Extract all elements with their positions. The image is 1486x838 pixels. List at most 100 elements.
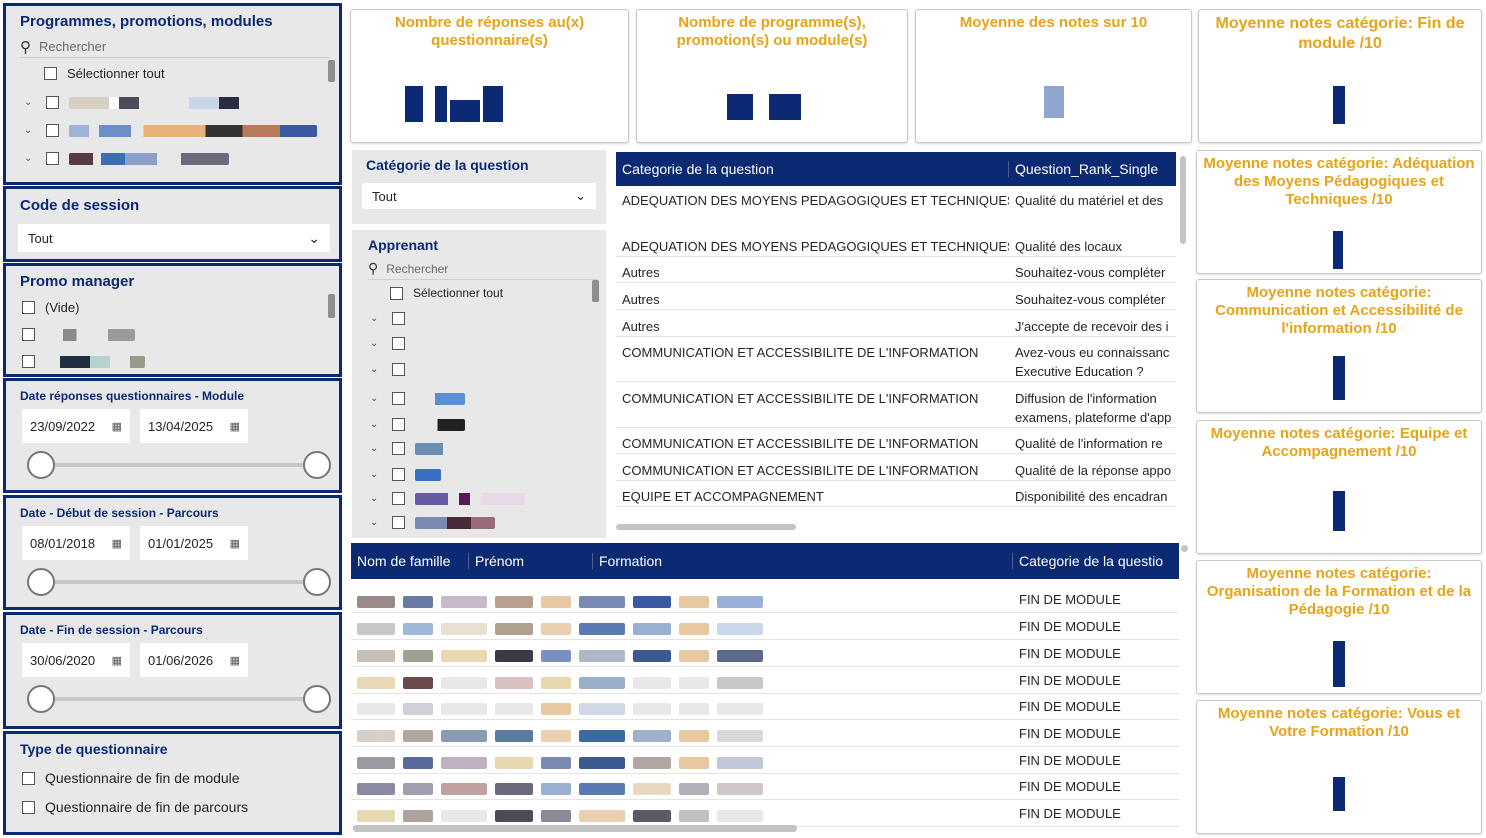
slider-start-handle[interactable] [27,685,55,713]
date-reponses-end-input[interactable]: 13/04/2025 ▦ [140,409,248,443]
table-row[interactable]: ADEQUATION DES MOYENS PEDAGOGIQUES ET TE… [616,237,1176,257]
categorie-dropdown[interactable]: Tout ⌄ [362,183,596,209]
slider-end-handle[interactable] [303,685,331,713]
slider-end-handle[interactable] [303,568,331,596]
list-item[interactable]: ⌄ [370,516,495,529]
column-header-formation[interactable]: Formation [593,553,1013,569]
learner-table-hscrollbar[interactable] [353,825,797,832]
question-table-hscrollbar[interactable] [616,524,796,530]
item-checkbox[interactable] [46,124,59,137]
chevron-down-icon[interactable]: ⌄ [24,153,36,164]
promo-item-vide[interactable]: (Vide) [22,300,79,315]
calendar-icon[interactable]: ▦ [230,537,240,550]
item-checkbox[interactable] [22,301,35,314]
option-checkbox[interactable] [22,800,35,814]
list-item[interactable] [22,355,145,368]
column-header-nom[interactable]: Nom de famille [351,553,469,569]
table-row[interactable]: COMMUNICATION ET ACCESSIBILITE DE L'INFO… [616,461,1176,481]
calendar-icon[interactable]: ▦ [112,420,122,433]
date-debut-start-input[interactable]: 08/01/2018 ▦ [22,526,130,560]
item-checkbox[interactable] [392,337,405,350]
chevron-down-icon[interactable]: ⌄ [370,443,382,454]
date-reponses-slider-track[interactable] [40,463,318,467]
column-header[interactable]: Question_Rank_Single [1009,161,1176,177]
select-all-checkbox[interactable] [390,286,403,300]
list-item[interactable]: ⌄ [24,152,229,165]
list-item[interactable]: ⌄ [370,363,405,376]
option-fin-de-parcours[interactable]: Questionnaire de fin de parcours [22,799,248,815]
learner-table-scrollbar[interactable] [1181,545,1188,552]
item-checkbox[interactable] [46,152,59,165]
chevron-down-icon[interactable]: ⌄ [370,493,382,504]
slider-end-handle[interactable] [303,451,331,479]
table-row[interactable]: EQUIPE ET ACCOMPAGNEMENT Disponibilité de… [616,487,1176,507]
item-checkbox[interactable] [46,96,59,109]
table-row[interactable]: FIN DE MODULE [351,614,1179,640]
item-checkbox[interactable] [22,355,35,368]
table-row[interactable]: COMMUNICATION ET ACCESSIBILITE DE L'INFO… [616,389,1176,408]
table-row[interactable]: Autres Souhaitez-vous compléter [616,263,1176,283]
slider-start-handle[interactable] [27,451,55,479]
table-row[interactable]: COMMUNICATION ET ACCESSIBILITE DE L'INFO… [616,434,1176,454]
table-row[interactable]: FIN DE MODULE [351,668,1179,694]
item-checkbox[interactable] [392,418,405,431]
list-item[interactable]: ⌄ [370,392,465,405]
apprenant-select-all[interactable]: Sélectionner tout [390,286,503,300]
chevron-down-icon[interactable]: ⌄ [370,469,382,480]
item-checkbox[interactable] [392,363,405,376]
table-row[interactable]: Autres J'accepte de recevoir des i [616,317,1176,337]
list-item[interactable]: ⌄ [370,418,465,431]
item-checkbox[interactable] [392,516,405,529]
slider-start-handle[interactable] [27,568,55,596]
table-row[interactable]: FIN DE MODULE [351,748,1179,774]
apprenant-search-input[interactable]: ⚲ Rechercher [368,258,598,280]
date-fin-slider-track[interactable] [40,697,318,701]
table-row[interactable]: examens, plateforme d'app [616,408,1176,428]
list-item[interactable] [22,328,135,341]
column-header-prenom[interactable]: Prénom ▲ [469,553,593,569]
table-row[interactable]: FIN DE MODULE [351,801,1179,827]
column-header[interactable]: Categorie de la question [616,161,1009,177]
list-item[interactable]: ⌄ [24,124,317,137]
date-debut-end-input[interactable]: 01/01/2025 ▦ [140,526,248,560]
item-checkbox[interactable] [392,492,405,505]
list-item[interactable]: ⌄ [24,96,269,109]
calendar-icon[interactable]: ▦ [230,420,240,433]
option-fin-de-module[interactable]: Questionnaire de fin de module [22,770,240,786]
chevron-down-icon[interactable]: ⌄ [24,125,36,136]
calendar-icon[interactable]: ▦ [112,654,122,667]
programmes-scrollbar[interactable] [328,60,335,82]
table-row[interactable]: Autres Souhaitez-vous compléter [616,290,1176,310]
table-row[interactable]: FIN DE MODULE [351,721,1179,747]
calendar-icon[interactable]: ▦ [112,537,122,550]
chevron-down-icon[interactable]: ⌄ [370,313,382,324]
calendar-icon[interactable]: ▦ [230,654,240,667]
table-row[interactable]: FIN DE MODULE [351,694,1179,720]
date-reponses-start-input[interactable]: 23/09/2022 ▦ [22,409,130,443]
table-row[interactable]: Executive Education ? [616,362,1176,382]
list-item[interactable]: ⌄ [370,442,455,455]
chevron-down-icon[interactable]: ⌄ [370,338,382,349]
item-checkbox[interactable] [392,442,405,455]
list-item[interactable]: ⌄ [370,492,525,505]
date-fin-start-input[interactable]: 30/06/2020 ▦ [22,643,130,677]
option-checkbox[interactable] [22,771,35,785]
table-row[interactable]: COMMUNICATION ET ACCESSIBILITE DE L'INFO… [616,343,1176,362]
programmes-select-all[interactable]: Sélectionner tout [44,66,165,81]
item-checkbox[interactable] [392,312,405,325]
chevron-down-icon[interactable]: ⌄ [370,517,382,528]
question-table-scrollbar[interactable] [1180,156,1186,244]
date-fin-end-input[interactable]: 01/06/2026 ▦ [140,643,248,677]
list-item[interactable]: ⌄ [370,337,405,350]
date-debut-slider-track[interactable] [40,580,318,584]
select-all-checkbox[interactable] [44,67,57,80]
item-checkbox[interactable] [22,328,35,341]
list-item[interactable]: ⌄ [370,312,405,325]
table-row[interactable]: FIN DE MODULE [351,774,1179,800]
column-header-categorie[interactable]: Categorie de la questio [1013,553,1179,569]
programmes-search-input[interactable]: ⚲ Rechercher [20,36,330,58]
code-session-dropdown[interactable]: Tout ⌄ [18,224,330,252]
chevron-down-icon[interactable]: ⌄ [370,419,382,430]
chevron-down-icon[interactable]: ⌄ [370,393,382,404]
table-row[interactable]: ADEQUATION DES MOYENS PEDAGOGIQUES ET TE… [616,191,1176,210]
